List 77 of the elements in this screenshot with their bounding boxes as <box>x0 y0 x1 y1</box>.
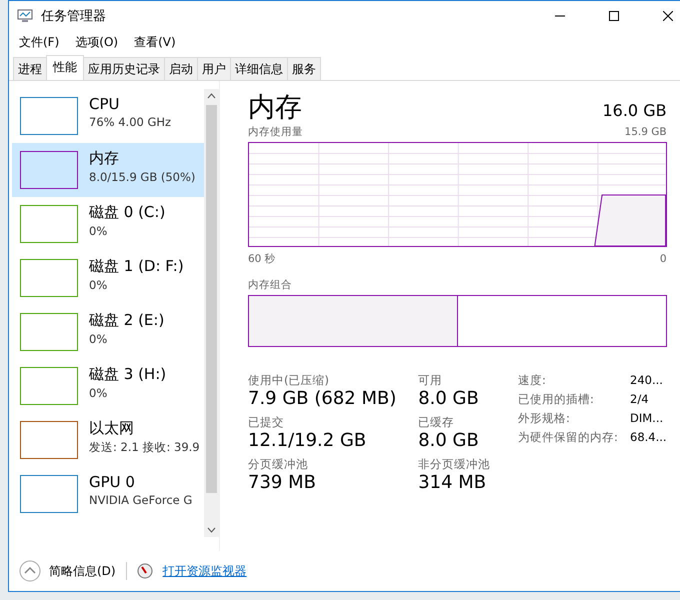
time-axis-start: 60 秒 <box>248 252 276 266</box>
stat-value: 8.0 GB <box>418 388 480 409</box>
sidebar-item[interactable]: 内存 8.0/15.9 GB (50%) <box>12 143 204 197</box>
detail-label: 为硬件保留的内存: <box>518 430 619 445</box>
panel-title: 内存 <box>248 91 302 125</box>
mini-graph <box>20 259 78 297</box>
sidebar-item-detail: 0% <box>89 278 108 292</box>
sidebar-item-detail: NVIDIA GeForce G <box>89 493 192 507</box>
sidebar-item-name: 磁盘 3 (H:) <box>89 365 166 384</box>
tab[interactable]: 详细信息 <box>230 57 288 80</box>
mini-graph <box>20 475 78 513</box>
detail-label: 外形规格: <box>518 411 571 426</box>
sidebar-item-name: 磁盘 2 (E:) <box>89 311 164 330</box>
mini-graph <box>20 313 78 351</box>
stat-value: 739 MB <box>248 472 317 493</box>
stat-label: 已提交 <box>248 415 285 430</box>
detail-value: 240... <box>630 373 664 388</box>
sidebar-item[interactable]: CPU 76% 4.00 GHz <box>12 89 204 143</box>
scrollbar[interactable] <box>204 89 219 537</box>
mini-graph <box>20 421 78 459</box>
sidebar-item-name: 磁盘 1 (D: F:) <box>89 257 184 276</box>
fewer-details-button[interactable]: 简略信息(D) <box>19 560 116 582</box>
composition-label: 内存组合 <box>248 278 292 292</box>
maximize-icon <box>608 11 619 21</box>
tab[interactable]: 应用历史记录 <box>83 57 165 80</box>
sidebar-item-name: CPU <box>89 95 120 113</box>
detail-value: 68.4... <box>630 430 667 445</box>
time-axis-end: 0 <box>660 253 667 265</box>
detail-label: 速度: <box>518 373 547 388</box>
stat-label: 可用 <box>418 373 444 388</box>
sidebar-item[interactable]: 磁盘 2 (E:) 0% <box>12 305 204 359</box>
menu-item[interactable]: 选项(O) <box>69 32 124 52</box>
mini-graph <box>20 151 78 189</box>
tab[interactable]: 用户 <box>197 57 231 80</box>
window-title: 任务管理器 <box>41 8 107 25</box>
stat-label: 分页缓冲池 <box>248 457 309 472</box>
tab[interactable]: 启动 <box>164 57 198 80</box>
gauge-icon <box>136 563 153 579</box>
sidebar-item-name: 磁盘 0 (C:) <box>89 203 166 222</box>
sidebar-item[interactable]: 磁盘 1 (D: F:) 0% <box>12 251 204 305</box>
detail-label: 已使用的插槽: <box>518 392 595 407</box>
stat-value: 8.0 GB <box>418 430 480 451</box>
sidebar-item-detail: 发送: 2.1 接收: 39.9 <box>89 440 200 455</box>
sidebar-item-detail: 0% <box>89 224 108 238</box>
chart-max-label: 15.9 GB <box>624 126 667 138</box>
menu-item[interactable]: 查看(V) <box>128 32 182 52</box>
mini-graph <box>20 97 78 135</box>
resource-monitor-link[interactable]: 打开资源监视器 <box>162 562 247 580</box>
sidebar-item-name: GPU 0 <box>89 473 136 491</box>
mini-graph <box>20 367 78 405</box>
total-memory: 16.0 GB <box>602 101 667 120</box>
sidebar-item-detail: 0% <box>89 386 108 400</box>
stat-value: 12.1/19.2 GB <box>248 430 368 451</box>
stat-value: 314 MB <box>418 472 488 493</box>
mini-graph <box>20 205 78 243</box>
stat-label: 已缓存 <box>418 415 456 430</box>
stat-value: 7.9 GB (682 MB) <box>248 388 398 409</box>
sidebar-item[interactable]: 以太网 发送: 2.1 接收: 39.9 <box>12 413 204 467</box>
stat-label: 非分页缓冲池 <box>418 457 492 472</box>
sidebar-item-detail: 76% 4.00 GHz <box>89 115 172 129</box>
detail-value: DIM... <box>630 411 664 426</box>
close-icon <box>662 11 673 21</box>
stat-label: 使用中(已压缩) <box>248 373 330 388</box>
monitor-icon <box>17 9 33 23</box>
tab[interactable]: 服务 <box>287 57 321 80</box>
chart-label: 内存使用量 <box>248 125 303 139</box>
tab[interactable]: 进程 <box>13 57 47 80</box>
menu-item[interactable]: 文件(F) <box>13 32 66 52</box>
sidebar-item[interactable]: 磁盘 0 (C:) 0% <box>12 197 204 251</box>
sidebar-item-detail: 8.0/15.9 GB (50%) <box>89 170 196 184</box>
sidebar-item-name: 内存 <box>89 149 120 168</box>
sidebar-item-name: 以太网 <box>89 419 135 438</box>
sidebar-item-detail: 0% <box>89 332 108 346</box>
chevron-up-icon <box>19 560 41 582</box>
sidebar-item[interactable]: GPU 0 NVIDIA GeForce G <box>12 467 204 521</box>
sidebar-item[interactable]: 磁盘 3 (H:) 0% <box>12 359 204 413</box>
detail-value: 2/4 <box>630 392 650 407</box>
